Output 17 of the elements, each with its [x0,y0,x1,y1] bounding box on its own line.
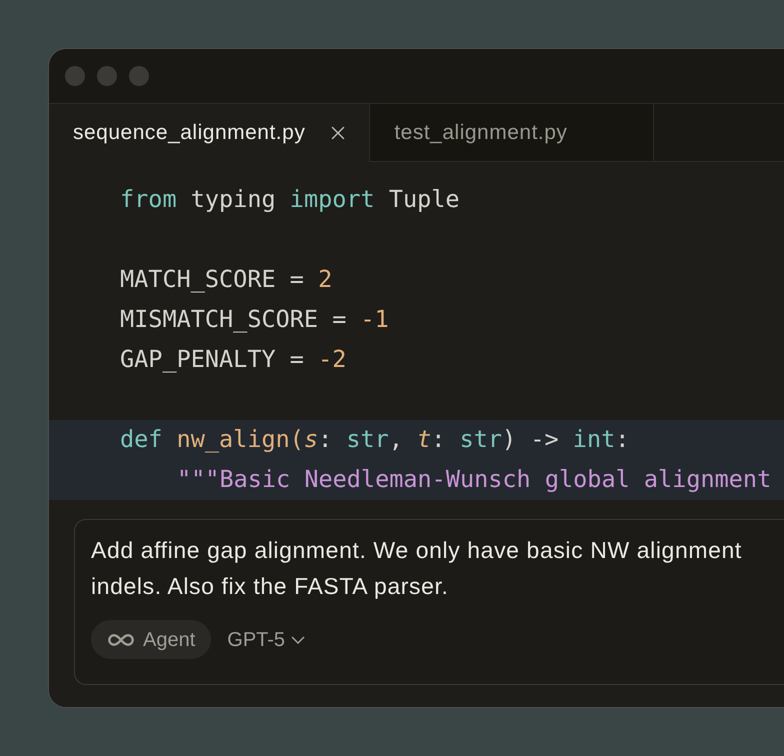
window-control-icon[interactable] [97,66,117,86]
model-dropdown[interactable]: GPT-5 [227,624,306,654]
agent-mode-button[interactable]: Agent [91,620,212,659]
code-line: MATCH_SCORE = 2 [120,264,332,296]
file-tab[interactable]: sequence_alignment.py [49,104,370,162]
prompt-text: Add affine gap alignment. We only have basic NW alignment [91,536,742,565]
caret-icon [291,636,306,644]
code-line: MISMATCH_SCORE = -1 [120,304,389,336]
window-control-icon[interactable] [129,66,149,86]
prompt-text: indels. Also fix the FASTA parser. [91,572,448,601]
window-control-icon[interactable] [65,66,85,86]
chat-composer[interactable]: Add affine gap alignment. We only have basic NW alignment indels. Also fix the FASTA parser. Agent GPT-5 [74,519,784,685]
code-line: GAP_PENALTY = -2 [120,344,346,376]
code-line: def nw_align(s: str, t: str) -> int: [120,424,630,456]
code-line: from typing import Tuple [120,184,460,216]
file-tab[interactable]: test_alignment.py [370,104,654,161]
code-line: """Basic Needleman-Wunsch global alignment [177,464,772,496]
